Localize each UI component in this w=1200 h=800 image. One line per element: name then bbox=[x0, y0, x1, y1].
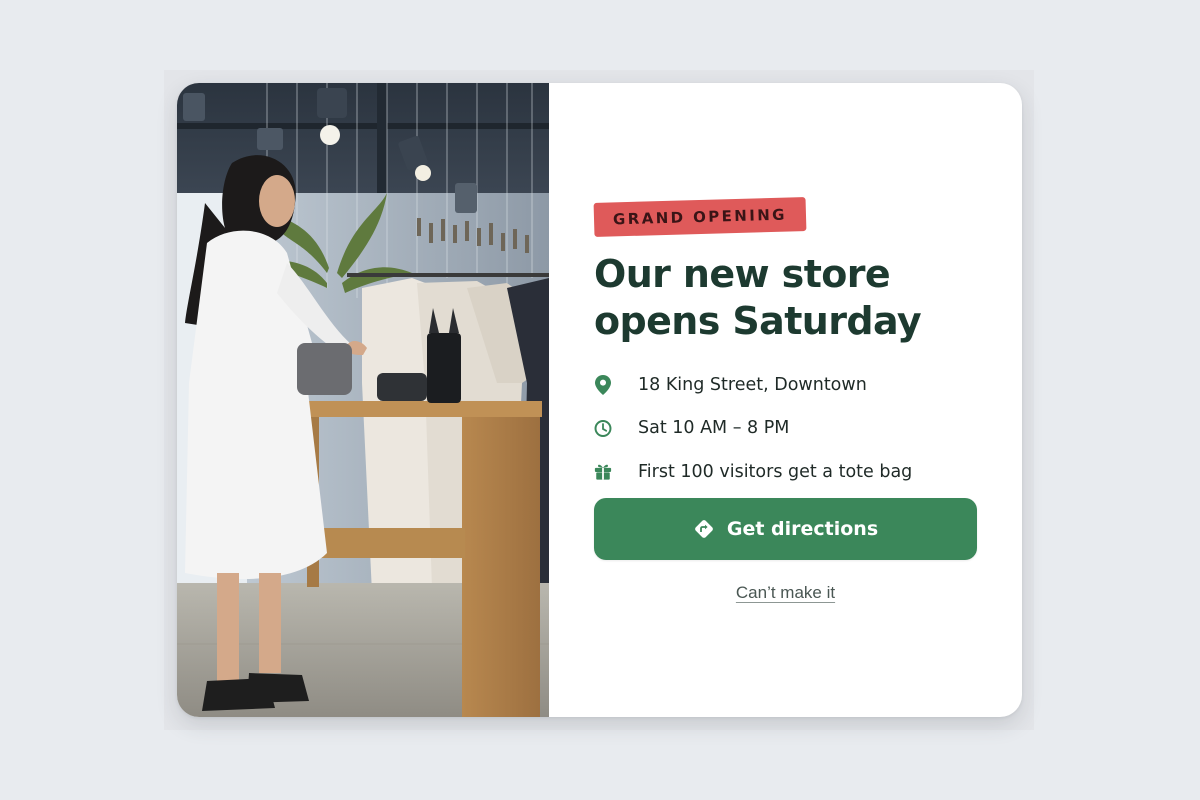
get-directions-label: Get directions bbox=[726, 518, 879, 540]
detail-row-offer: First 100 visitors get a tote bag bbox=[594, 450, 994, 494]
get-directions-button[interactable]: Get directions bbox=[594, 498, 977, 560]
grand-opening-badge: GRAND OPENING bbox=[593, 197, 807, 237]
clock-icon bbox=[594, 418, 612, 438]
detail-row-address: 18 King Street, Downtown bbox=[594, 363, 994, 407]
location-pin-icon bbox=[594, 374, 612, 395]
directions-icon bbox=[693, 518, 715, 540]
content-panel: GRAND OPENING Our new store opens Saturd… bbox=[549, 83, 1022, 717]
event-details: 18 King Street, Downtown Sat 10 AM – 8 P… bbox=[594, 363, 994, 494]
hours-text: Sat 10 AM – 8 PM bbox=[638, 418, 790, 439]
store-opening-card: GRAND OPENING Our new store opens Saturd… bbox=[177, 83, 1022, 717]
gift-icon bbox=[594, 462, 612, 482]
store-photo bbox=[177, 83, 549, 717]
page-title: Our new store opens Saturday bbox=[594, 252, 922, 343]
cant-make-it-link[interactable]: Can’t make it bbox=[736, 583, 835, 602]
secondary-action: Can’t make it bbox=[594, 583, 977, 603]
detail-row-hours: Sat 10 AM – 8 PM bbox=[594, 407, 994, 451]
address-text: 18 King Street, Downtown bbox=[638, 374, 867, 395]
offer-text: First 100 visitors get a tote bag bbox=[638, 461, 913, 482]
